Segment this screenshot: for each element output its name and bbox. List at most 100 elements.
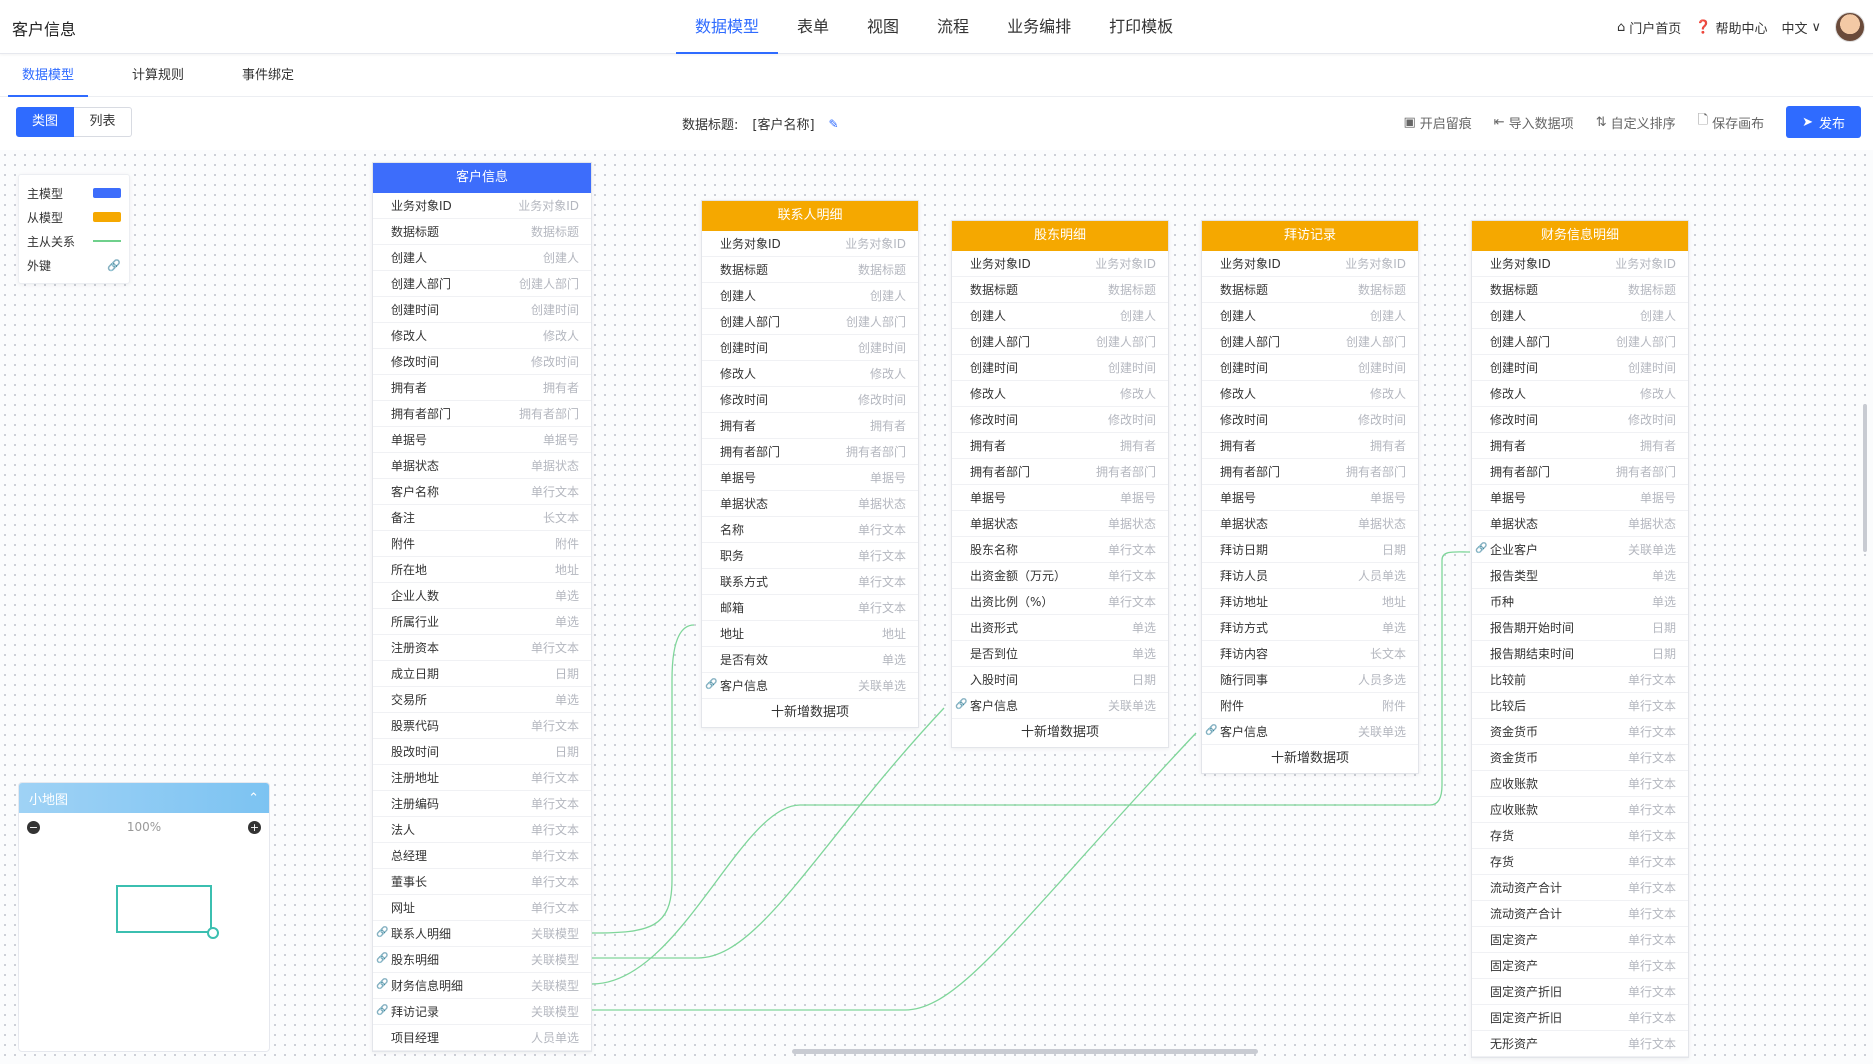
field-row[interactable]: 单据号 单据号 <box>1202 485 1418 511</box>
avatar[interactable] <box>1835 12 1865 42</box>
field-row[interactable]: 数据标题 数据标题 <box>702 257 918 283</box>
field-row[interactable]: 币种 单选 <box>1472 589 1688 615</box>
field-row[interactable]: 修改人 修改人 <box>702 361 918 387</box>
field-row[interactable]: 附件 附件 <box>1202 693 1418 719</box>
zoom-in-button[interactable]: + <box>248 820 261 834</box>
field-row[interactable]: 业务对象ID 业务对象ID <box>1202 251 1418 277</box>
field-row[interactable]: 单据号 单据号 <box>1472 485 1688 511</box>
field-row[interactable]: 职务 单行文本 <box>702 543 918 569</box>
field-row[interactable]: 业务对象ID 业务对象ID <box>373 193 591 219</box>
nav-data-model[interactable]: 数据模型 <box>676 0 779 54</box>
field-row[interactable]: 数据标题 数据标题 <box>952 277 1168 303</box>
field-row[interactable]: 创建人 创建人 <box>373 245 591 271</box>
field-row[interactable]: 创建人 创建人 <box>1472 303 1688 329</box>
field-row[interactable]: 修改人 修改人 <box>1472 381 1688 407</box>
field-row[interactable]: 修改时间 修改时间 <box>952 407 1168 433</box>
field-row[interactable]: 🔗 客户信息 关联单选 <box>952 693 1168 719</box>
field-row[interactable]: 单据状态 单据状态 <box>702 491 918 517</box>
field-row[interactable]: 交易所 单选 <box>373 687 591 713</box>
field-row[interactable]: 存货 单行文本 <box>1472 823 1688 849</box>
field-row[interactable]: 🔗 股东明细 关联模型 <box>373 947 591 973</box>
field-row[interactable]: 项目经理 人员单选 <box>373 1025 591 1051</box>
field-row[interactable]: 股改时间 日期 <box>373 739 591 765</box>
field-row[interactable]: 比较后 单行文本 <box>1472 693 1688 719</box>
field-row[interactable]: 存货 单行文本 <box>1472 849 1688 875</box>
field-row[interactable]: 拥有者部门 拥有者部门 <box>702 439 918 465</box>
horizontal-scrollbar[interactable] <box>792 1049 1258 1054</box>
field-row[interactable]: 报告类型 单选 <box>1472 563 1688 589</box>
save-canvas-button[interactable]: 🗋 保存画布 <box>1698 111 1764 133</box>
entity-title[interactable]: 财务信息明细 <box>1472 221 1688 251</box>
minimap-viewport[interactable] <box>116 885 212 933</box>
field-row[interactable]: 创建人部门 创建人部门 <box>952 329 1168 355</box>
collapse-icon[interactable]: ⌃ <box>248 791 259 806</box>
field-row[interactable]: 报告期结束时间 日期 <box>1472 641 1688 667</box>
nav-process[interactable]: 流程 <box>918 0 988 54</box>
entity-visits[interactable]: 拜访记录 业务对象ID 业务对象ID 数据标题 数据标题 创建人 创建人 创建人部门 创建人部门… <box>1201 220 1419 774</box>
view-diagram-button[interactable]: 类图 <box>16 107 74 137</box>
field-row[interactable]: 🔗 拜访记录 关联模型 <box>373 999 591 1025</box>
custom-sort-button[interactable]: ⇅ 自定义排序 <box>1596 113 1676 132</box>
field-row[interactable]: 数据标题 数据标题 <box>1472 277 1688 303</box>
view-list-button[interactable]: 列表 <box>74 107 132 137</box>
field-row[interactable]: 固定资产 单行文本 <box>1472 927 1688 953</box>
field-row[interactable]: 入股时间 日期 <box>952 667 1168 693</box>
field-row[interactable]: 拥有者 拥有者 <box>1472 433 1688 459</box>
field-row[interactable]: 固定资产折旧 单行文本 <box>1472 1005 1688 1031</box>
field-row[interactable]: 备注 长文本 <box>373 505 591 531</box>
language-select[interactable]: 中文 ∨ <box>1781 18 1821 37</box>
field-row[interactable]: 拜访人员 人员单选 <box>1202 563 1418 589</box>
field-row[interactable]: 创建时间 创建时间 <box>1202 355 1418 381</box>
import-items-button[interactable]: ⇤ 导入数据项 <box>1494 113 1574 132</box>
field-row[interactable]: 比较前 单行文本 <box>1472 667 1688 693</box>
field-row[interactable]: 出资形式 单选 <box>952 615 1168 641</box>
field-row[interactable]: 拥有者 拥有者 <box>952 433 1168 459</box>
field-row[interactable]: 资金货币 单行文本 <box>1472 719 1688 745</box>
nav-print-template[interactable]: 打印模板 <box>1090 0 1192 54</box>
entity-title[interactable]: 股东明细 <box>952 221 1168 251</box>
field-row[interactable]: 注册编码 单行文本 <box>373 791 591 817</box>
field-row[interactable]: 董事长 单行文本 <box>373 869 591 895</box>
field-row[interactable]: 单据状态 单据状态 <box>1472 511 1688 537</box>
field-row[interactable]: 注册地址 单行文本 <box>373 765 591 791</box>
minimap[interactable]: 小地图 ⌃ − 100% + <box>18 782 270 1052</box>
field-row[interactable]: 附件 附件 <box>373 531 591 557</box>
field-row[interactable]: 拥有者部门 拥有者部门 <box>1202 459 1418 485</box>
field-row[interactable]: 客户名称 单行文本 <box>373 479 591 505</box>
field-row[interactable]: 名称 单行文本 <box>702 517 918 543</box>
field-row[interactable]: 修改人 修改人 <box>1202 381 1418 407</box>
field-row[interactable]: 企业人数 单选 <box>373 583 591 609</box>
field-row[interactable]: 随行同事 人员多选 <box>1202 667 1418 693</box>
field-row[interactable]: 创建时间 创建时间 <box>702 335 918 361</box>
field-row[interactable]: 地址 地址 <box>702 621 918 647</box>
field-row[interactable]: 单据状态 单据状态 <box>952 511 1168 537</box>
field-row[interactable]: 是否到位 单选 <box>952 641 1168 667</box>
field-row[interactable]: 拥有者部门 拥有者部门 <box>1472 459 1688 485</box>
field-row[interactable]: 邮箱 单行文本 <box>702 595 918 621</box>
field-row[interactable]: 创建时间 创建时间 <box>373 297 591 323</box>
field-row[interactable]: 流动资产合计 单行文本 <box>1472 875 1688 901</box>
field-row[interactable]: 资金货币 单行文本 <box>1472 745 1688 771</box>
field-row[interactable]: 业务对象ID 业务对象ID <box>702 231 918 257</box>
model-canvas[interactable]: 主模型 从模型 主从关系 外键 🔗 小地图 ⌃ − 100% + 客户信息 业务对象… <box>0 150 1873 1064</box>
field-row[interactable]: 拥有者部门 拥有者部门 <box>373 401 591 427</box>
nav-view[interactable]: 视图 <box>848 0 918 54</box>
field-row[interactable]: 创建人 创建人 <box>1202 303 1418 329</box>
field-row[interactable]: 业务对象ID 业务对象ID <box>1472 251 1688 277</box>
field-row[interactable]: 单据号 单据号 <box>373 427 591 453</box>
entity-title[interactable]: 客户信息 <box>373 163 591 193</box>
field-row[interactable]: 修改时间 修改时间 <box>373 349 591 375</box>
edit-icon[interactable]: ✎ <box>829 117 839 131</box>
field-row[interactable]: 修改人 修改人 <box>373 323 591 349</box>
field-row[interactable]: 创建人部门 创建人部门 <box>373 271 591 297</box>
tab-data-model[interactable]: 数据模型 <box>8 55 89 97</box>
field-row[interactable]: 流动资产合计 单行文本 <box>1472 901 1688 927</box>
field-row[interactable]: 应收账款 单行文本 <box>1472 771 1688 797</box>
field-row[interactable]: 单据状态 单据状态 <box>373 453 591 479</box>
field-row[interactable]: 修改时间 修改时间 <box>1472 407 1688 433</box>
add-item-button[interactable]: 十新增数据项 <box>702 699 918 727</box>
field-row[interactable]: 数据标题 数据标题 <box>373 219 591 245</box>
field-row[interactable]: 注册资本 单行文本 <box>373 635 591 661</box>
nav-form[interactable]: 表单 <box>778 0 848 54</box>
field-row[interactable]: 应收账款 单行文本 <box>1472 797 1688 823</box>
